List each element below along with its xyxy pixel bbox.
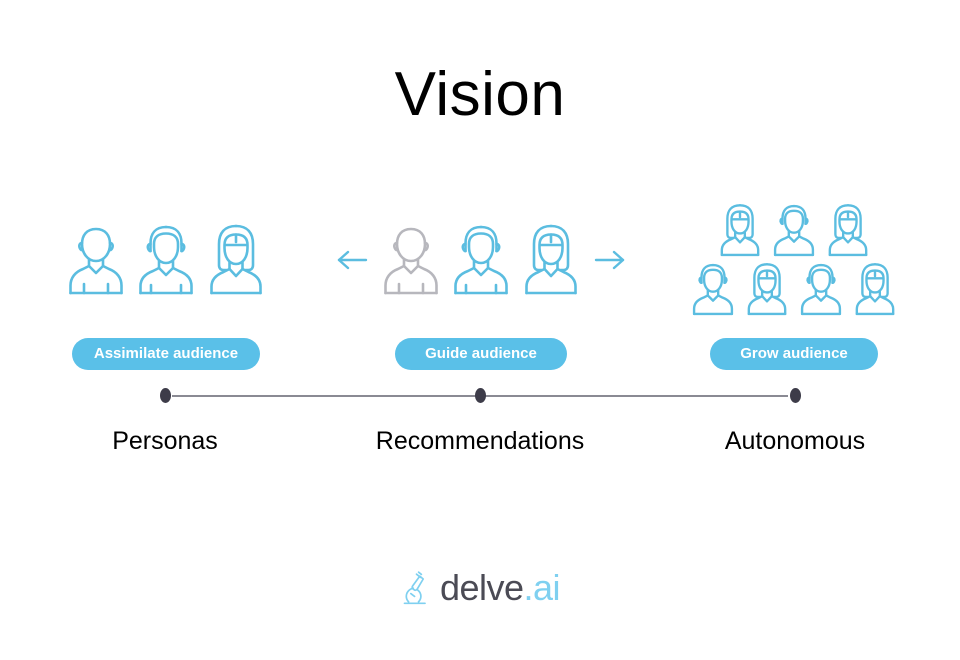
logo-name: delve	[439, 567, 524, 608]
person-male-icon	[773, 204, 815, 257]
timeline-dot-recommendations[interactable]	[475, 388, 486, 403]
person-female-icon	[828, 204, 868, 257]
stage-recommendations: Guide audience	[335, 195, 627, 370]
stage-personas: Assimilate audience	[20, 195, 312, 370]
person-female-icon	[720, 204, 760, 257]
page-title: Vision	[394, 60, 566, 129]
icon-row-inner	[380, 223, 582, 297]
microscope-icon	[403, 571, 426, 605]
stage-personas-icons	[20, 195, 312, 325]
stage-personas-badge[interactable]: Assimilate audience	[71, 338, 261, 370]
stage-recommendations-icons	[335, 195, 627, 325]
stage-captions: Personas Recommendations Autonomous	[0, 425, 960, 465]
arrow-right-icon	[594, 250, 625, 270]
timeline	[0, 388, 960, 404]
caption-personas: Personas	[112, 427, 218, 455]
stage-recommendations-badge[interactable]: Guide audience	[395, 338, 567, 370]
person-male-icon	[800, 263, 842, 316]
person-female-icon	[210, 224, 262, 295]
person-plain-icon	[69, 227, 123, 295]
caption-autonomous: Autonomous	[724, 427, 866, 455]
person-female-icon	[525, 224, 577, 295]
icon-row	[717, 203, 871, 258]
timeline-dot-autonomous[interactable]	[790, 388, 801, 403]
logo-suffix: .ai	[523, 567, 561, 608]
stage-autonomous-icons	[648, 195, 940, 325]
person-male-icon	[692, 263, 734, 316]
person-male-icon	[454, 225, 508, 295]
caption-recommendations: Recommendations	[375, 427, 585, 455]
icon-row	[65, 223, 267, 297]
icon-row	[690, 262, 898, 317]
icon-grid	[690, 203, 898, 317]
person-male-icon	[139, 225, 193, 295]
arrow-left-icon	[337, 250, 368, 270]
person-female-icon	[855, 263, 895, 316]
icon-row	[336, 223, 626, 297]
stage-autonomous: Grow audience	[648, 195, 940, 370]
timeline-dot-personas[interactable]	[160, 388, 171, 403]
person-plain-grey-icon	[384, 227, 438, 295]
person-female-icon	[747, 263, 787, 316]
stages-container: Assimilate audience Guide audience Grow …	[0, 195, 960, 370]
logo-wordmark: delve.ai	[439, 567, 561, 608]
stage-autonomous-badge[interactable]: Grow audience	[710, 338, 878, 370]
footer-logo[interactable]: delve.ai	[0, 570, 960, 606]
